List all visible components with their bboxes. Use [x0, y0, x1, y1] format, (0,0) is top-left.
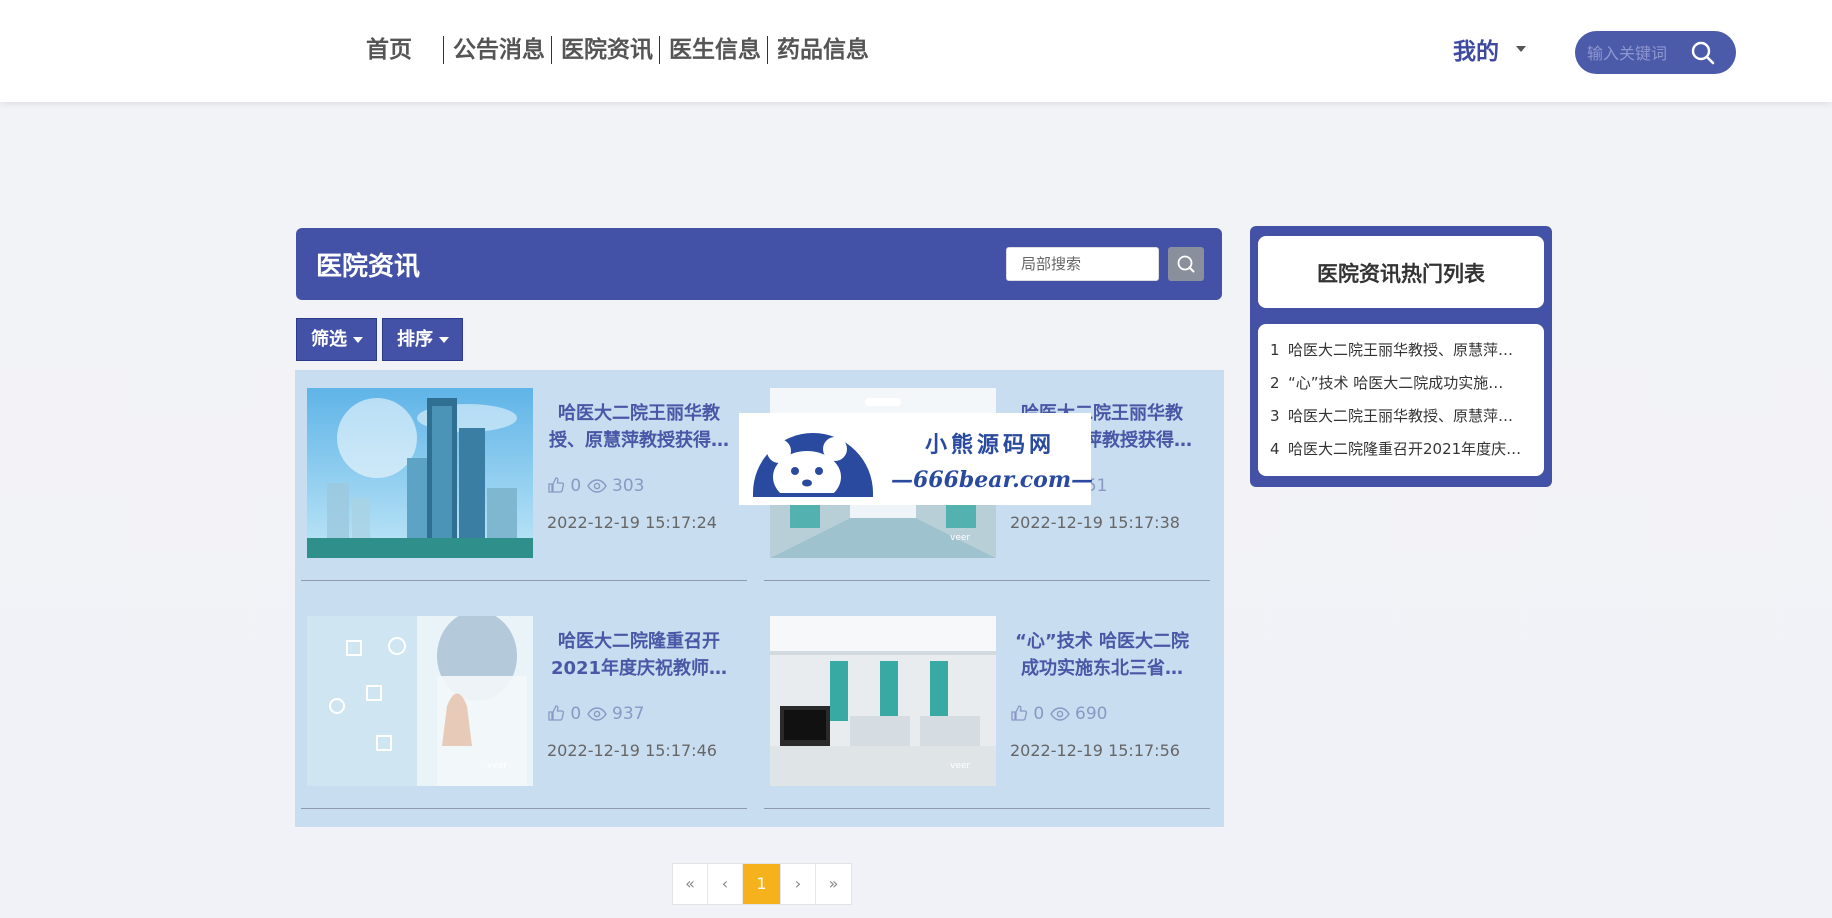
sort-dropdown-button[interactable]: 排序 — [382, 318, 463, 361]
pagination: « ‹ 1 › » — [672, 863, 852, 905]
hot-news-item[interactable]: 3 哈医大二院王丽华教授、原慧萍… — [1258, 400, 1544, 433]
nav-hospital-news[interactable]: 医院资讯 — [561, 34, 653, 66]
search-icon[interactable] — [1689, 39, 1717, 67]
bear-logo-icon — [753, 433, 873, 503]
news-stats: 0 690 — [1010, 702, 1108, 726]
global-search-input[interactable] — [1587, 41, 1697, 65]
hot-news-text: 哈医大二院王丽华教授、原慧萍… — [1288, 341, 1514, 359]
news-card[interactable]: veer 哈医大二院隆重召开2021年度庆祝教师… 0 937 2022-12-… — [297, 598, 747, 810]
top-navbar: 首页 公告消息 医院资讯 医生信息 药品信息 我的 — [0, 0, 1832, 102]
news-title[interactable]: “心”技术 哈医大二院成功实施东北三省… — [1010, 628, 1194, 682]
nav-home[interactable]: 首页 — [366, 34, 412, 66]
card-divider — [301, 580, 747, 581]
hot-news-rank: 1 — [1270, 341, 1280, 359]
hot-news-title: 医院资讯热门列表 — [1317, 262, 1485, 286]
hot-news-list: 1 哈医大二院王丽华教授、原慧萍… 2 “心”技术 哈医大二院成功实施… 3 哈医大二… — [1258, 324, 1544, 476]
news-timestamp: 2022-12-19 15:17:46 — [547, 741, 717, 760]
sort-label: 排序 — [397, 329, 433, 350]
page-prev-button[interactable]: ‹ — [708, 864, 743, 904]
nav-medicine-info[interactable]: 药品信息 — [777, 34, 869, 66]
svg-text:veer: veer — [950, 761, 970, 771]
news-thumbnail[interactable]: veer — [770, 616, 996, 786]
page-title: 医院资讯 — [316, 252, 421, 282]
chevron-down-icon[interactable] — [1516, 46, 1526, 52]
thumbs-up-icon[interactable] — [547, 704, 565, 722]
section-header: 医院资讯 — [296, 228, 1222, 300]
news-card[interactable]: veer “心”技术 哈医大二院成功实施东北三省… 0 690 2022-12-… — [760, 598, 1210, 810]
watermark-logo: 小熊源码网 —666bear.com— — [739, 413, 1094, 505]
news-timestamp: 2022-12-19 15:17:38 — [1010, 513, 1180, 532]
news-timestamp: 2022-12-19 15:17:24 — [547, 513, 717, 532]
hot-news-text: 哈医大二院隆重召开2021年度庆… — [1288, 440, 1522, 458]
news-title[interactable]: 哈医大二院王丽华教授、原慧萍教授获得… — [547, 400, 731, 454]
nav-mine-dropdown[interactable]: 我的 — [1453, 32, 1499, 66]
filter-dropdown-button[interactable]: 筛选 — [296, 318, 377, 361]
nav-doctor-info[interactable]: 医生信息 — [669, 34, 761, 66]
hot-news-rank: 2 — [1270, 374, 1280, 392]
hot-news-text: “心”技术 哈医大二院成功实施… — [1288, 374, 1504, 392]
card-divider — [764, 808, 1210, 809]
global-search-bar — [1575, 31, 1736, 74]
page-next-button[interactable]: › — [781, 864, 816, 904]
hot-news-text: 哈医大二院王丽华教授、原慧萍… — [1288, 407, 1514, 425]
nav-announcements[interactable]: 公告消息 — [453, 34, 545, 66]
hot-news-rank: 4 — [1270, 440, 1280, 458]
hot-news-item[interactable]: 2 “心”技术 哈医大二院成功实施… — [1258, 367, 1544, 400]
watermark-url: —666bear.com— — [891, 467, 1094, 493]
page-first-button[interactable]: « — [673, 864, 708, 904]
card-divider — [764, 580, 1210, 581]
watermark-text: 小熊源码网 — [925, 432, 1056, 458]
view-count: 937 — [612, 704, 645, 724]
hot-news-panel: 医院资讯热门列表 1 哈医大二院王丽华教授、原慧萍… 2 “心”技术 哈医大二院成功… — [1250, 226, 1552, 487]
eye-icon — [586, 479, 607, 493]
view-count: 303 — [612, 476, 645, 496]
chevron-down-icon — [439, 337, 449, 343]
svg-text:veer: veer — [950, 533, 970, 543]
hot-news-header: 医院资讯热门列表 — [1258, 236, 1544, 308]
svg-text:veer: veer — [487, 761, 507, 771]
news-thumbnail[interactable]: veer — [307, 616, 533, 786]
news-stats: 0 937 — [547, 702, 645, 726]
filter-label: 筛选 — [311, 329, 347, 350]
news-timestamp: 2022-12-19 15:17:56 — [1010, 741, 1180, 760]
local-search-input[interactable] — [1006, 247, 1159, 281]
card-divider — [301, 808, 747, 809]
thumbs-up-icon[interactable] — [547, 476, 565, 494]
nav-divider — [443, 36, 444, 64]
nav-divider — [767, 36, 768, 64]
page-current-button[interactable]: 1 — [743, 864, 781, 904]
like-count: 0 — [570, 476, 582, 496]
like-count: 0 — [1033, 704, 1045, 724]
news-card[interactable]: 哈医大二院王丽华教授、原慧萍教授获得… 0 303 2022-12-19 15:… — [297, 370, 747, 582]
view-count: 690 — [1075, 704, 1108, 724]
local-search-button[interactable] — [1168, 247, 1204, 281]
thumbs-up-icon[interactable] — [1010, 704, 1028, 722]
eye-icon — [586, 707, 607, 721]
news-stats: 0 303 — [547, 474, 645, 498]
hot-news-item[interactable]: 4 哈医大二院隆重召开2021年度庆… — [1258, 433, 1544, 466]
news-title[interactable]: 哈医大二院隆重召开2021年度庆祝教师… — [547, 628, 731, 682]
like-count: 0 — [570, 704, 582, 724]
news-thumbnail[interactable] — [307, 388, 533, 558]
eye-icon — [1049, 707, 1070, 721]
hot-news-rank: 3 — [1270, 407, 1280, 425]
nav-divider — [551, 36, 552, 64]
search-icon — [1177, 255, 1195, 273]
hot-news-item[interactable]: 1 哈医大二院王丽华教授、原慧萍… — [1258, 334, 1544, 367]
page-last-button[interactable]: » — [816, 864, 851, 904]
chevron-down-icon — [353, 337, 363, 343]
nav-divider — [659, 36, 660, 64]
